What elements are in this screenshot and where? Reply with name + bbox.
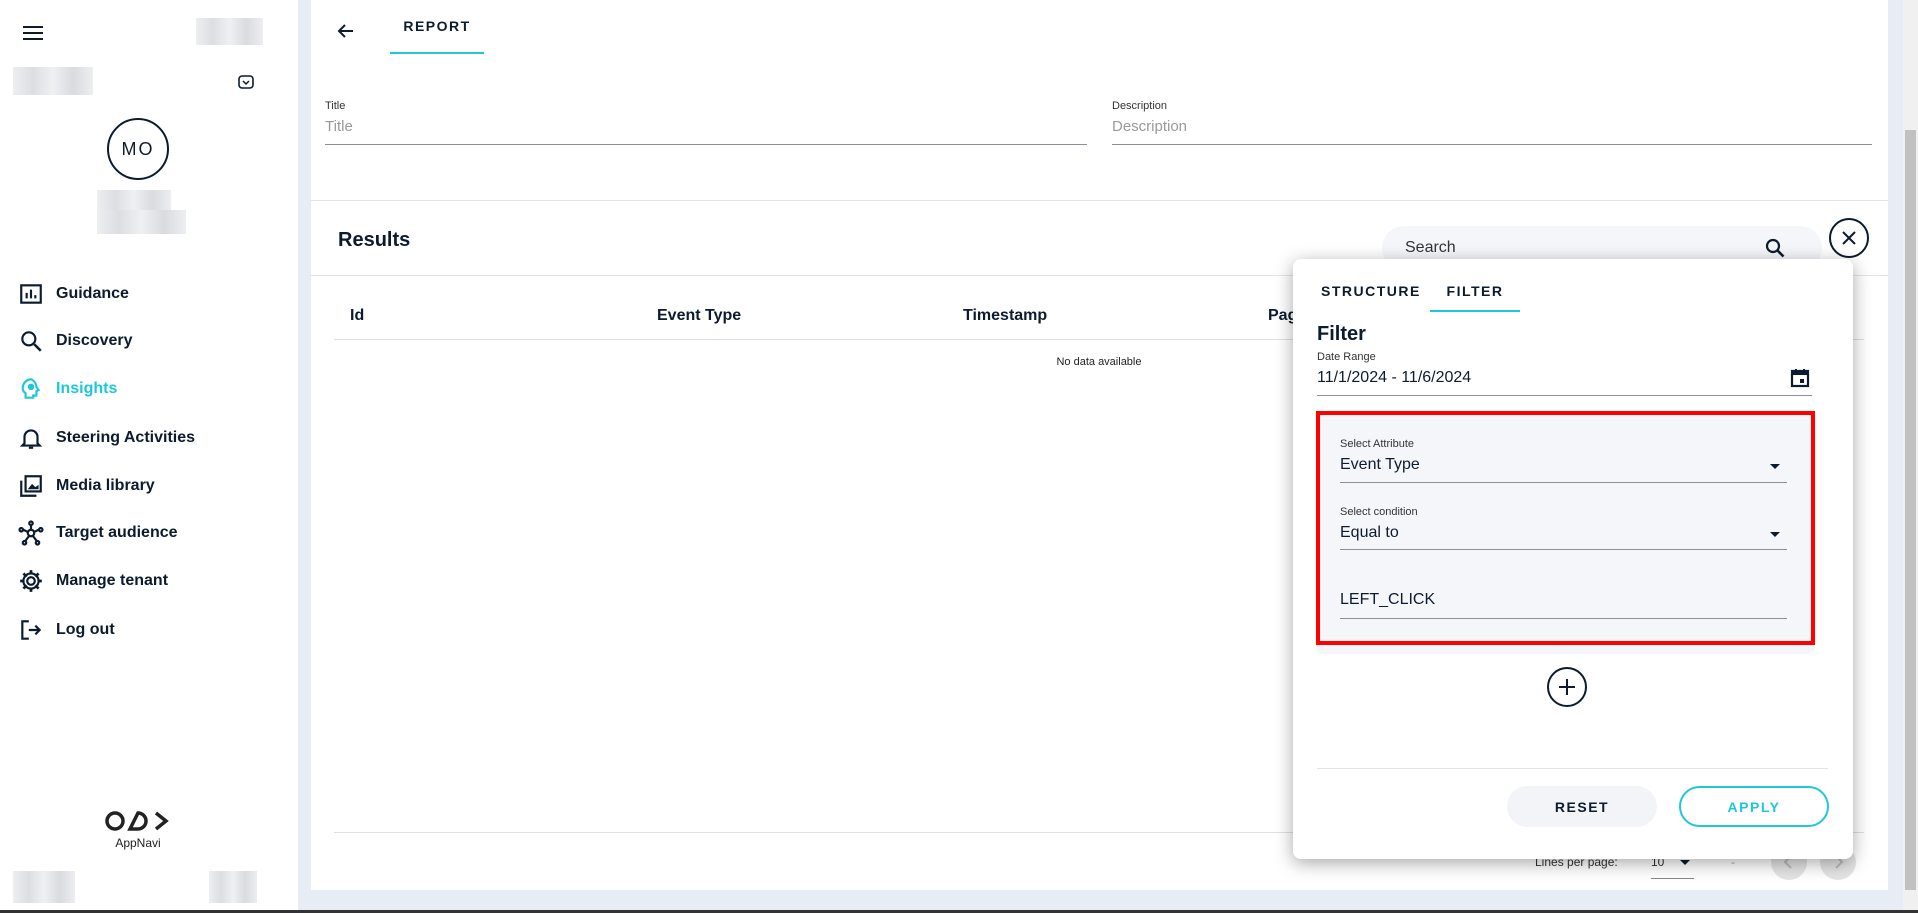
calendar-icon[interactable] — [1790, 368, 1810, 388]
scrollbar[interactable] — [1903, 0, 1918, 913]
condition-label: Select condition — [1340, 506, 1418, 518]
blurred-info — [196, 18, 263, 45]
sidebar-item-log-out[interactable]: Log out — [18, 615, 115, 645]
date-range-label: Date Range — [1317, 351, 1376, 363]
sidebar-item-label: Guidance — [56, 285, 129, 302]
close-icon — [1842, 231, 1856, 245]
bar-chart-icon — [20, 284, 42, 304]
value-input[interactable]: LEFT_CLICK — [1340, 591, 1787, 617]
title-underline — [325, 144, 1087, 145]
plus-icon — [1559, 679, 1575, 695]
sidebar-item-label: Target audience — [56, 524, 178, 541]
sidebar-item-target-audience[interactable]: Target audience — [18, 518, 178, 548]
search-icon[interactable] — [1765, 238, 1785, 258]
search-icon — [21, 331, 42, 352]
apply-label: APPLY — [1727, 798, 1781, 815]
description-label: Description — [1112, 100, 1168, 112]
reset-label: RESET — [1554, 798, 1610, 815]
condition-value: Equal to — [1340, 524, 1399, 541]
attribute-select[interactable]: Event Type — [1340, 456, 1787, 482]
sidebar-item-label: Insights — [56, 380, 118, 397]
search-placeholder: Search — [1405, 239, 1456, 256]
title-label: Title — [325, 100, 346, 112]
description-input[interactable]: Description — [1112, 118, 1872, 144]
attribute-label: Select Attribute — [1340, 438, 1414, 450]
hamburger-menu-icon[interactable] — [23, 25, 43, 41]
sidebar-item-media-library[interactable]: Media library — [18, 471, 155, 501]
tab-label: FILTER — [1446, 283, 1504, 299]
column-header-id[interactable]: Id — [350, 307, 364, 325]
filter-popup: STRUCTURE FILTER Filter Date Range 11/1/… — [1293, 259, 1853, 859]
tab-structure[interactable]: STRUCTURE — [1321, 283, 1421, 299]
chevron-down-icon[interactable] — [238, 75, 254, 90]
gear-icon — [20, 570, 42, 592]
title-input[interactable]: Title — [325, 118, 1087, 144]
tab-label: REPORT — [403, 18, 471, 34]
sidebar-item-label: Discovery — [56, 332, 133, 349]
appnavi-logo — [105, 811, 169, 831]
logout-icon — [21, 620, 42, 640]
close-filter-button[interactable] — [1829, 218, 1869, 258]
blurred-footer-right — [209, 871, 257, 903]
sidebar-item-guidance[interactable]: Guidance — [18, 279, 129, 309]
avatar-initials: MO — [121, 138, 155, 159]
value-underline — [1340, 618, 1787, 619]
caret-down-icon — [1770, 464, 1780, 469]
sidebar-item-insights[interactable]: Insights — [18, 374, 117, 404]
attribute-value: Event Type — [1340, 456, 1420, 473]
blurred-user-email — [97, 210, 186, 234]
divider — [1317, 768, 1828, 769]
sidebar-item-label: Media library — [56, 477, 155, 494]
column-header-timestamp[interactable]: Timestamp — [963, 307, 1047, 325]
filter-heading: Filter — [1317, 323, 1366, 345]
sidebar-item-label: Log out — [56, 621, 115, 638]
tab-filter[interactable]: FILTER — [1430, 259, 1520, 312]
sidebar-item-label: Manage tenant — [56, 572, 169, 589]
sidebar-item-discovery[interactable]: Discovery — [18, 326, 133, 356]
caret-down-icon — [1770, 532, 1780, 537]
date-range-input[interactable]: 11/1/2024 - 11/6/2024 — [1317, 369, 1812, 395]
empty-message: No data available — [1056, 356, 1142, 368]
add-condition-button[interactable] — [1547, 667, 1587, 707]
caret-down-icon — [1680, 860, 1690, 865]
reset-button[interactable]: RESET — [1507, 786, 1657, 827]
blurred-footer-left — [13, 871, 75, 903]
sidebar-item-steering-activities[interactable]: Steering Activities — [18, 423, 195, 453]
attribute-underline — [1340, 482, 1787, 483]
avatar[interactable]: MO — [107, 118, 169, 180]
image-library-icon — [20, 475, 42, 497]
sidebar-item-manage-tenant[interactable]: Manage tenant — [18, 566, 168, 596]
sidebar: MO Guidance Discovery Insights Steering … — [0, 0, 298, 910]
back-arrow-icon[interactable] — [336, 23, 354, 39]
description-underline — [1112, 144, 1872, 145]
blurred-tenant-name — [13, 67, 93, 95]
logo-text: AppNavi — [115, 836, 161, 850]
tab-report[interactable]: REPORT — [390, 0, 484, 54]
scrollbar-thumb[interactable] — [1905, 130, 1916, 890]
sidebar-item-label: Steering Activities — [56, 429, 196, 446]
date-range-underline — [1317, 395, 1812, 396]
condition-underline — [1340, 549, 1787, 550]
results-title: Results — [338, 229, 411, 251]
column-header-event-type[interactable]: Event Type — [657, 307, 741, 325]
apply-button[interactable]: APPLY — [1679, 786, 1829, 827]
blurred-user-name — [97, 190, 171, 210]
network-icon — [18, 520, 44, 546]
lightbulb-head-icon — [21, 378, 41, 399]
divider — [311, 200, 1888, 201]
condition-select[interactable]: Equal to — [1340, 524, 1787, 550]
bell-icon — [19, 429, 43, 449]
